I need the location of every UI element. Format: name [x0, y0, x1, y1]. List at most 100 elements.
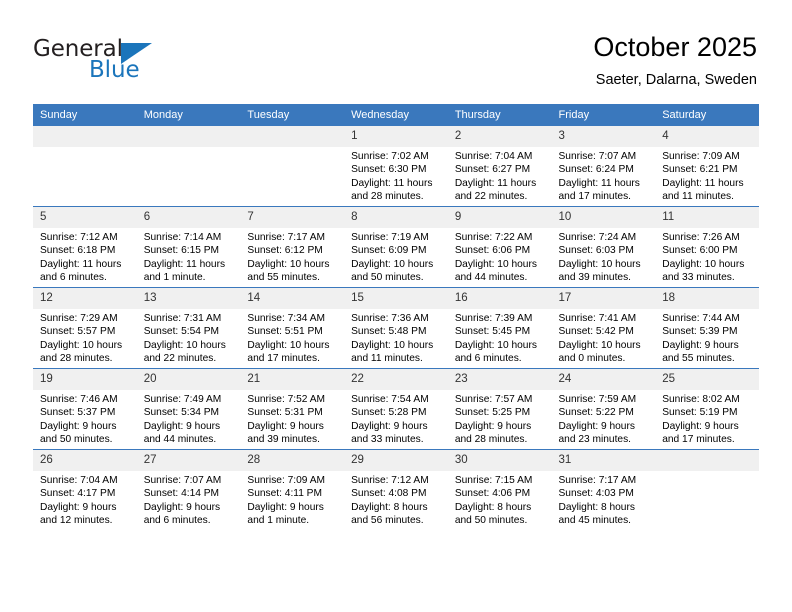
- daylight-text: Daylight: 10 hours and 44 minutes.: [454, 258, 537, 283]
- calendar-day-cell[interactable]: 17 Sunrise: 7:41 AM Sunset: 5:42 PM Dayligh…: [551, 287, 656, 369]
- day-number: 6: [136, 207, 241, 228]
- brand-logo: General Blue: [33, 36, 233, 88]
- daylight-text: Daylight: 11 hours and 22 minutes.: [454, 177, 537, 202]
- day-details: Sunrise: 7:04 AM Sunset: 6:27 PM Daylight:…: [448, 147, 552, 203]
- sunset-text: Sunset: 6:06 PM: [454, 245, 531, 257]
- calendar-day-cell-empty: [136, 126, 241, 207]
- sunrise-text: Sunrise: 7:29 AM: [40, 313, 118, 324]
- day-number: 8: [344, 207, 448, 228]
- weekday-header-saturday: Saturday: [655, 104, 759, 126]
- day-number: [240, 126, 345, 147]
- day-details: Sunrise: 7:59 AM Sunset: 5:22 PM Daylight:…: [552, 390, 656, 446]
- sunset-text: Sunset: 6:03 PM: [558, 245, 634, 257]
- calendar-day-cell[interactable]: 8 Sunrise: 7:19 AM Sunset: 6:09 PM Daylight…: [344, 206, 448, 288]
- calendar-day-cell[interactable]: 22 Sunrise: 7:54 AM Sunset: 5:28 PM Dayligh…: [344, 368, 448, 450]
- calendar-day-cell[interactable]: 6 Sunrise: 7:14 AM Sunset: 6:15 PM Daylight…: [136, 206, 241, 288]
- day-number: 30: [447, 450, 552, 471]
- day-details: Sunrise: 7:41 AM Sunset: 5:42 PM Daylight:…: [552, 309, 656, 365]
- calendar-day-cell[interactable]: 15 Sunrise: 7:36 AM Sunset: 5:48 PM Dayligh…: [344, 287, 448, 369]
- daylight-text: Daylight: 11 hours and 11 minutes.: [662, 177, 744, 202]
- weekday-header-tuesday: Tuesday: [240, 104, 345, 126]
- day-number: 3: [551, 126, 656, 147]
- daylight-text: Daylight: 11 hours and 17 minutes.: [558, 177, 640, 202]
- sunset-text: Sunset: 5:19 PM: [662, 407, 738, 419]
- day-details: Sunrise: 7:14 AM Sunset: 6:15 PM Daylight:…: [137, 228, 241, 284]
- calendar-day-cell[interactable]: 13 Sunrise: 7:31 AM Sunset: 5:54 PM Dayligh…: [136, 287, 241, 369]
- sunset-text: Sunset: 5:28 PM: [351, 407, 427, 419]
- day-number: 11: [655, 207, 759, 228]
- calendar-day-cell[interactable]: 14 Sunrise: 7:34 AM Sunset: 5:51 PM Dayligh…: [240, 287, 345, 369]
- sunrise-text: Sunrise: 7:15 AM: [454, 475, 533, 486]
- day-number: 25: [655, 369, 759, 390]
- day-details: Sunrise: 7:49 AM Sunset: 5:34 PM Daylight:…: [137, 390, 241, 446]
- calendar-day-cell[interactable]: 1 Sunrise: 7:02 AM Sunset: 6:30 PM Daylight…: [344, 126, 448, 207]
- daylight-text: Daylight: 9 hours and 28 minutes.: [454, 420, 532, 445]
- daylight-text: Daylight: 9 hours and 33 minutes.: [351, 420, 428, 445]
- daylight-text: Daylight: 8 hours and 56 minutes.: [351, 501, 428, 526]
- daylight-text: Daylight: 10 hours and 6 minutes.: [454, 339, 537, 364]
- day-details: Sunrise: 7:39 AM Sunset: 5:45 PM Daylight:…: [448, 309, 552, 365]
- calendar-day-cell[interactable]: 20 Sunrise: 7:49 AM Sunset: 5:34 PM Dayligh…: [136, 368, 241, 450]
- calendar-day-cell[interactable]: 12 Sunrise: 7:29 AM Sunset: 5:57 PM Dayligh…: [33, 287, 137, 369]
- sunset-text: Sunset: 6:30 PM: [351, 164, 427, 176]
- calendar-day-cell[interactable]: 19 Sunrise: 7:46 AM Sunset: 5:37 PM Dayligh…: [33, 368, 137, 450]
- sunrise-text: Sunrise: 7:41 AM: [558, 313, 637, 324]
- calendar-day-cell[interactable]: 24 Sunrise: 7:59 AM Sunset: 5:22 PM Dayligh…: [551, 368, 656, 450]
- day-number: 19: [33, 369, 137, 390]
- calendar-day-cell[interactable]: 31 Sunrise: 7:17 AM Sunset: 4:03 PM Dayligh…: [551, 449, 656, 530]
- brand-name-blue: Blue: [89, 57, 140, 83]
- day-details: Sunrise: 7:57 AM Sunset: 5:25 PM Daylight:…: [448, 390, 552, 446]
- calendar-day-cell[interactable]: 2 Sunrise: 7:04 AM Sunset: 6:27 PM Daylight…: [447, 126, 552, 207]
- calendar-day-cell[interactable]: 27 Sunrise: 7:07 AM Sunset: 4:14 PM Dayligh…: [136, 449, 241, 530]
- calendar-day-cell[interactable]: 18 Sunrise: 7:44 AM Sunset: 5:39 PM Dayligh…: [655, 287, 759, 369]
- sunset-text: Sunset: 5:25 PM: [454, 407, 531, 419]
- calendar-day-cell[interactable]: 28 Sunrise: 7:09 AM Sunset: 4:11 PM Dayligh…: [240, 449, 345, 530]
- sunset-text: Sunset: 5:42 PM: [558, 326, 634, 338]
- daylight-text: Daylight: 9 hours and 6 minutes.: [143, 501, 221, 526]
- calendar-day-cell[interactable]: 3 Sunrise: 7:07 AM Sunset: 6:24 PM Daylight…: [551, 126, 656, 207]
- sunrise-text: Sunrise: 7:49 AM: [143, 394, 222, 405]
- day-details: Sunrise: 7:24 AM Sunset: 6:03 PM Daylight:…: [552, 228, 656, 284]
- day-number: 27: [136, 450, 241, 471]
- page-header: General Blue October 2025 Saeter, Dalarn…: [0, 0, 792, 104]
- calendar-day-cell[interactable]: 5 Sunrise: 7:12 AM Sunset: 6:18 PM Daylight…: [33, 206, 137, 288]
- sunrise-text: Sunrise: 7:09 AM: [247, 475, 325, 486]
- day-number: 26: [33, 450, 137, 471]
- calendar-day-cell[interactable]: 4 Sunrise: 7:09 AM Sunset: 6:21 PM Daylight…: [655, 126, 759, 207]
- daylight-text: Daylight: 10 hours and 28 minutes.: [40, 339, 123, 364]
- daylight-text: Daylight: 9 hours and 17 minutes.: [662, 420, 739, 445]
- sunrise-text: Sunrise: 7:24 AM: [558, 232, 637, 243]
- sunset-text: Sunset: 6:24 PM: [558, 164, 634, 176]
- sunset-text: Sunset: 6:00 PM: [662, 245, 738, 257]
- sunrise-text: Sunrise: 7:46 AM: [40, 394, 118, 405]
- calendar-day-cell[interactable]: 16 Sunrise: 7:39 AM Sunset: 5:45 PM Dayligh…: [447, 287, 552, 369]
- day-number: 13: [136, 288, 241, 309]
- daylight-text: Daylight: 10 hours and 55 minutes.: [247, 258, 330, 283]
- daylight-text: Daylight: 9 hours and 23 minutes.: [558, 420, 635, 445]
- calendar-day-cell[interactable]: 26 Sunrise: 7:04 AM Sunset: 4:17 PM Dayligh…: [33, 449, 137, 530]
- daylight-text: Daylight: 10 hours and 33 minutes.: [662, 258, 745, 283]
- calendar-day-cell[interactable]: 25 Sunrise: 8:02 AM Sunset: 5:19 PM Dayligh…: [655, 368, 759, 450]
- sunset-text: Sunset: 6:09 PM: [351, 245, 427, 257]
- calendar-body: 1 Sunrise: 7:02 AM Sunset: 6:30 PM Daylight…: [33, 126, 759, 530]
- calendar-day-cell[interactable]: 7 Sunrise: 7:17 AM Sunset: 6:12 PM Daylight…: [240, 206, 345, 288]
- sunset-text: Sunset: 6:18 PM: [40, 245, 116, 257]
- calendar-day-cell[interactable]: 23 Sunrise: 7:57 AM Sunset: 5:25 PM Dayligh…: [447, 368, 552, 450]
- calendar-page: General Blue October 2025 Saeter, Dalarn…: [0, 0, 792, 612]
- daylight-text: Daylight: 11 hours and 6 minutes.: [40, 258, 122, 283]
- daylight-text: Daylight: 8 hours and 45 minutes.: [558, 501, 635, 526]
- calendar-day-cell[interactable]: 21 Sunrise: 7:52 AM Sunset: 5:31 PM Dayligh…: [240, 368, 345, 450]
- day-number: 2: [447, 126, 552, 147]
- calendar-header-row: Sunday Monday Tuesday Wednesday Thursday…: [33, 104, 759, 126]
- day-number: 29: [344, 450, 448, 471]
- calendar-day-cell[interactable]: 10 Sunrise: 7:24 AM Sunset: 6:03 PM Dayligh…: [551, 206, 656, 288]
- day-details: Sunrise: 7:09 AM Sunset: 6:21 PM Daylight:…: [655, 147, 759, 203]
- sunrise-text: Sunrise: 7:17 AM: [247, 232, 325, 243]
- calendar-day-cell[interactable]: 9 Sunrise: 7:22 AM Sunset: 6:06 PM Daylight…: [447, 206, 552, 288]
- daylight-text: Daylight: 10 hours and 11 minutes.: [351, 339, 434, 364]
- sunrise-text: Sunrise: 7:07 AM: [143, 475, 222, 486]
- page-title: October 2025: [593, 32, 757, 62]
- calendar-day-cell[interactable]: 29 Sunrise: 7:12 AM Sunset: 4:08 PM Dayligh…: [344, 449, 448, 530]
- calendar-day-cell[interactable]: 11 Sunrise: 7:26 AM Sunset: 6:00 PM Dayligh…: [655, 206, 759, 288]
- calendar-day-cell[interactable]: 30 Sunrise: 7:15 AM Sunset: 4:06 PM Dayligh…: [447, 449, 552, 530]
